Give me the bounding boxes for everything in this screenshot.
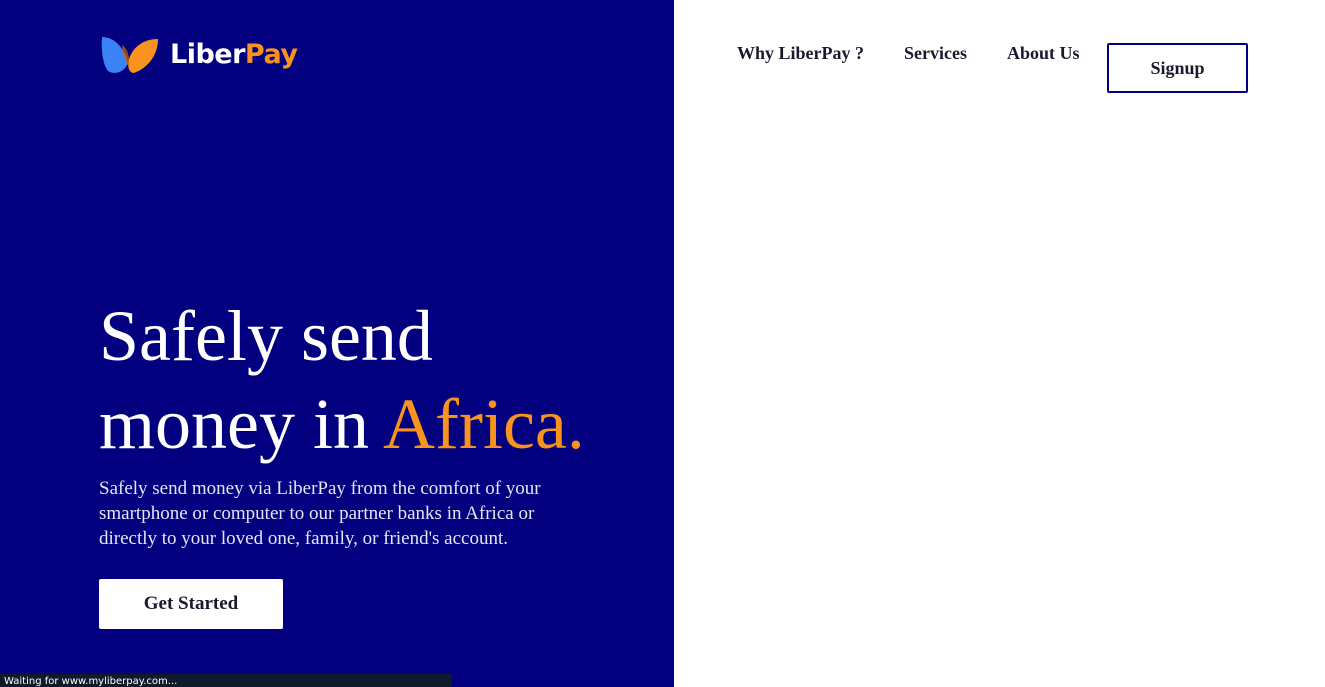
- signup-button[interactable]: Signup: [1107, 43, 1248, 93]
- nav-link-services[interactable]: Services: [904, 43, 967, 64]
- landing-page: LiberPay Why LiberPay ? Services About U…: [0, 0, 1325, 687]
- top-nav: Why LiberPay ? Services About Us Signup: [0, 29, 1325, 93]
- nav-link-about-us[interactable]: About Us: [1007, 43, 1080, 64]
- hero-image-area: [674, 0, 1325, 687]
- headline-line2: money in: [99, 384, 383, 464]
- headline-line1: Safely send: [99, 296, 433, 376]
- status-text: Waiting for www.myliberpay.com...: [4, 676, 178, 687]
- hero-description: Safely send money via LiberPay from the …: [99, 478, 541, 549]
- hero-headline: Safely send money in Africa.: [99, 292, 585, 468]
- nav-link-why-liberpay[interactable]: Why LiberPay ?: [737, 43, 864, 64]
- headline-accent: Africa.: [383, 384, 585, 464]
- get-started-button[interactable]: Get Started: [99, 579, 283, 629]
- browser-status-bar: Waiting for www.myliberpay.com...: [0, 674, 452, 687]
